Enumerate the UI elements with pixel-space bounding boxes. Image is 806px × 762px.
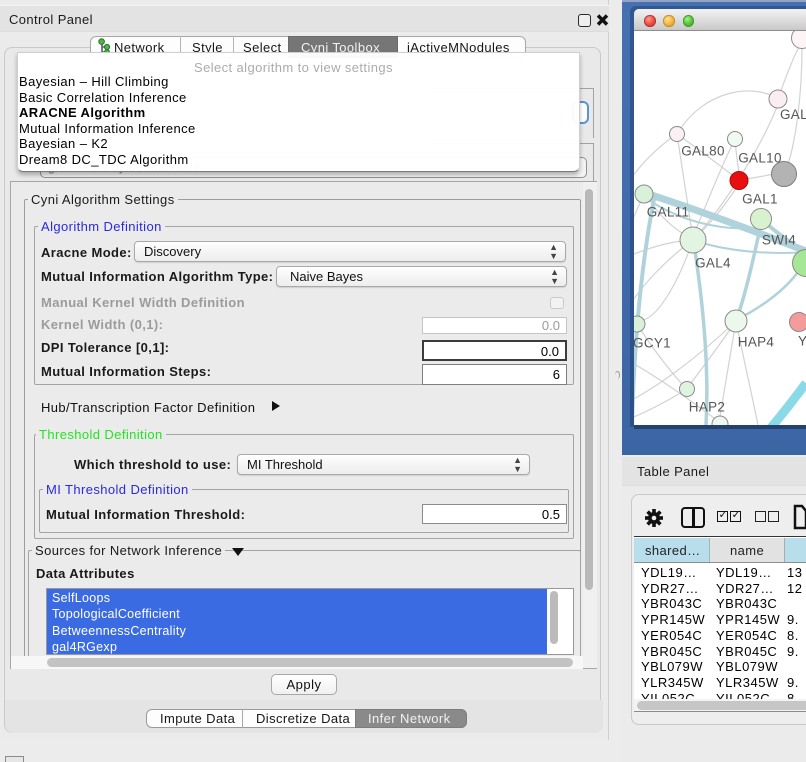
svg-text:GAL10: GAL10 xyxy=(738,151,782,166)
svg-text:GAL1: GAL1 xyxy=(742,192,778,207)
svg-text:GAL2: GAL2 xyxy=(780,107,806,122)
svg-text:SWI4: SWI4 xyxy=(762,233,796,248)
svg-text:GCY1: GCY1 xyxy=(634,336,671,351)
svg-text:HAP4: HAP4 xyxy=(738,335,775,350)
svg-text:GAL80: GAL80 xyxy=(681,144,725,159)
svg-text:YML: YML xyxy=(798,334,806,349)
svg-text:HAP2: HAP2 xyxy=(689,400,725,415)
svg-text:GAL4: GAL4 xyxy=(695,256,731,271)
svg-text:GAL11: GAL11 xyxy=(647,205,690,220)
